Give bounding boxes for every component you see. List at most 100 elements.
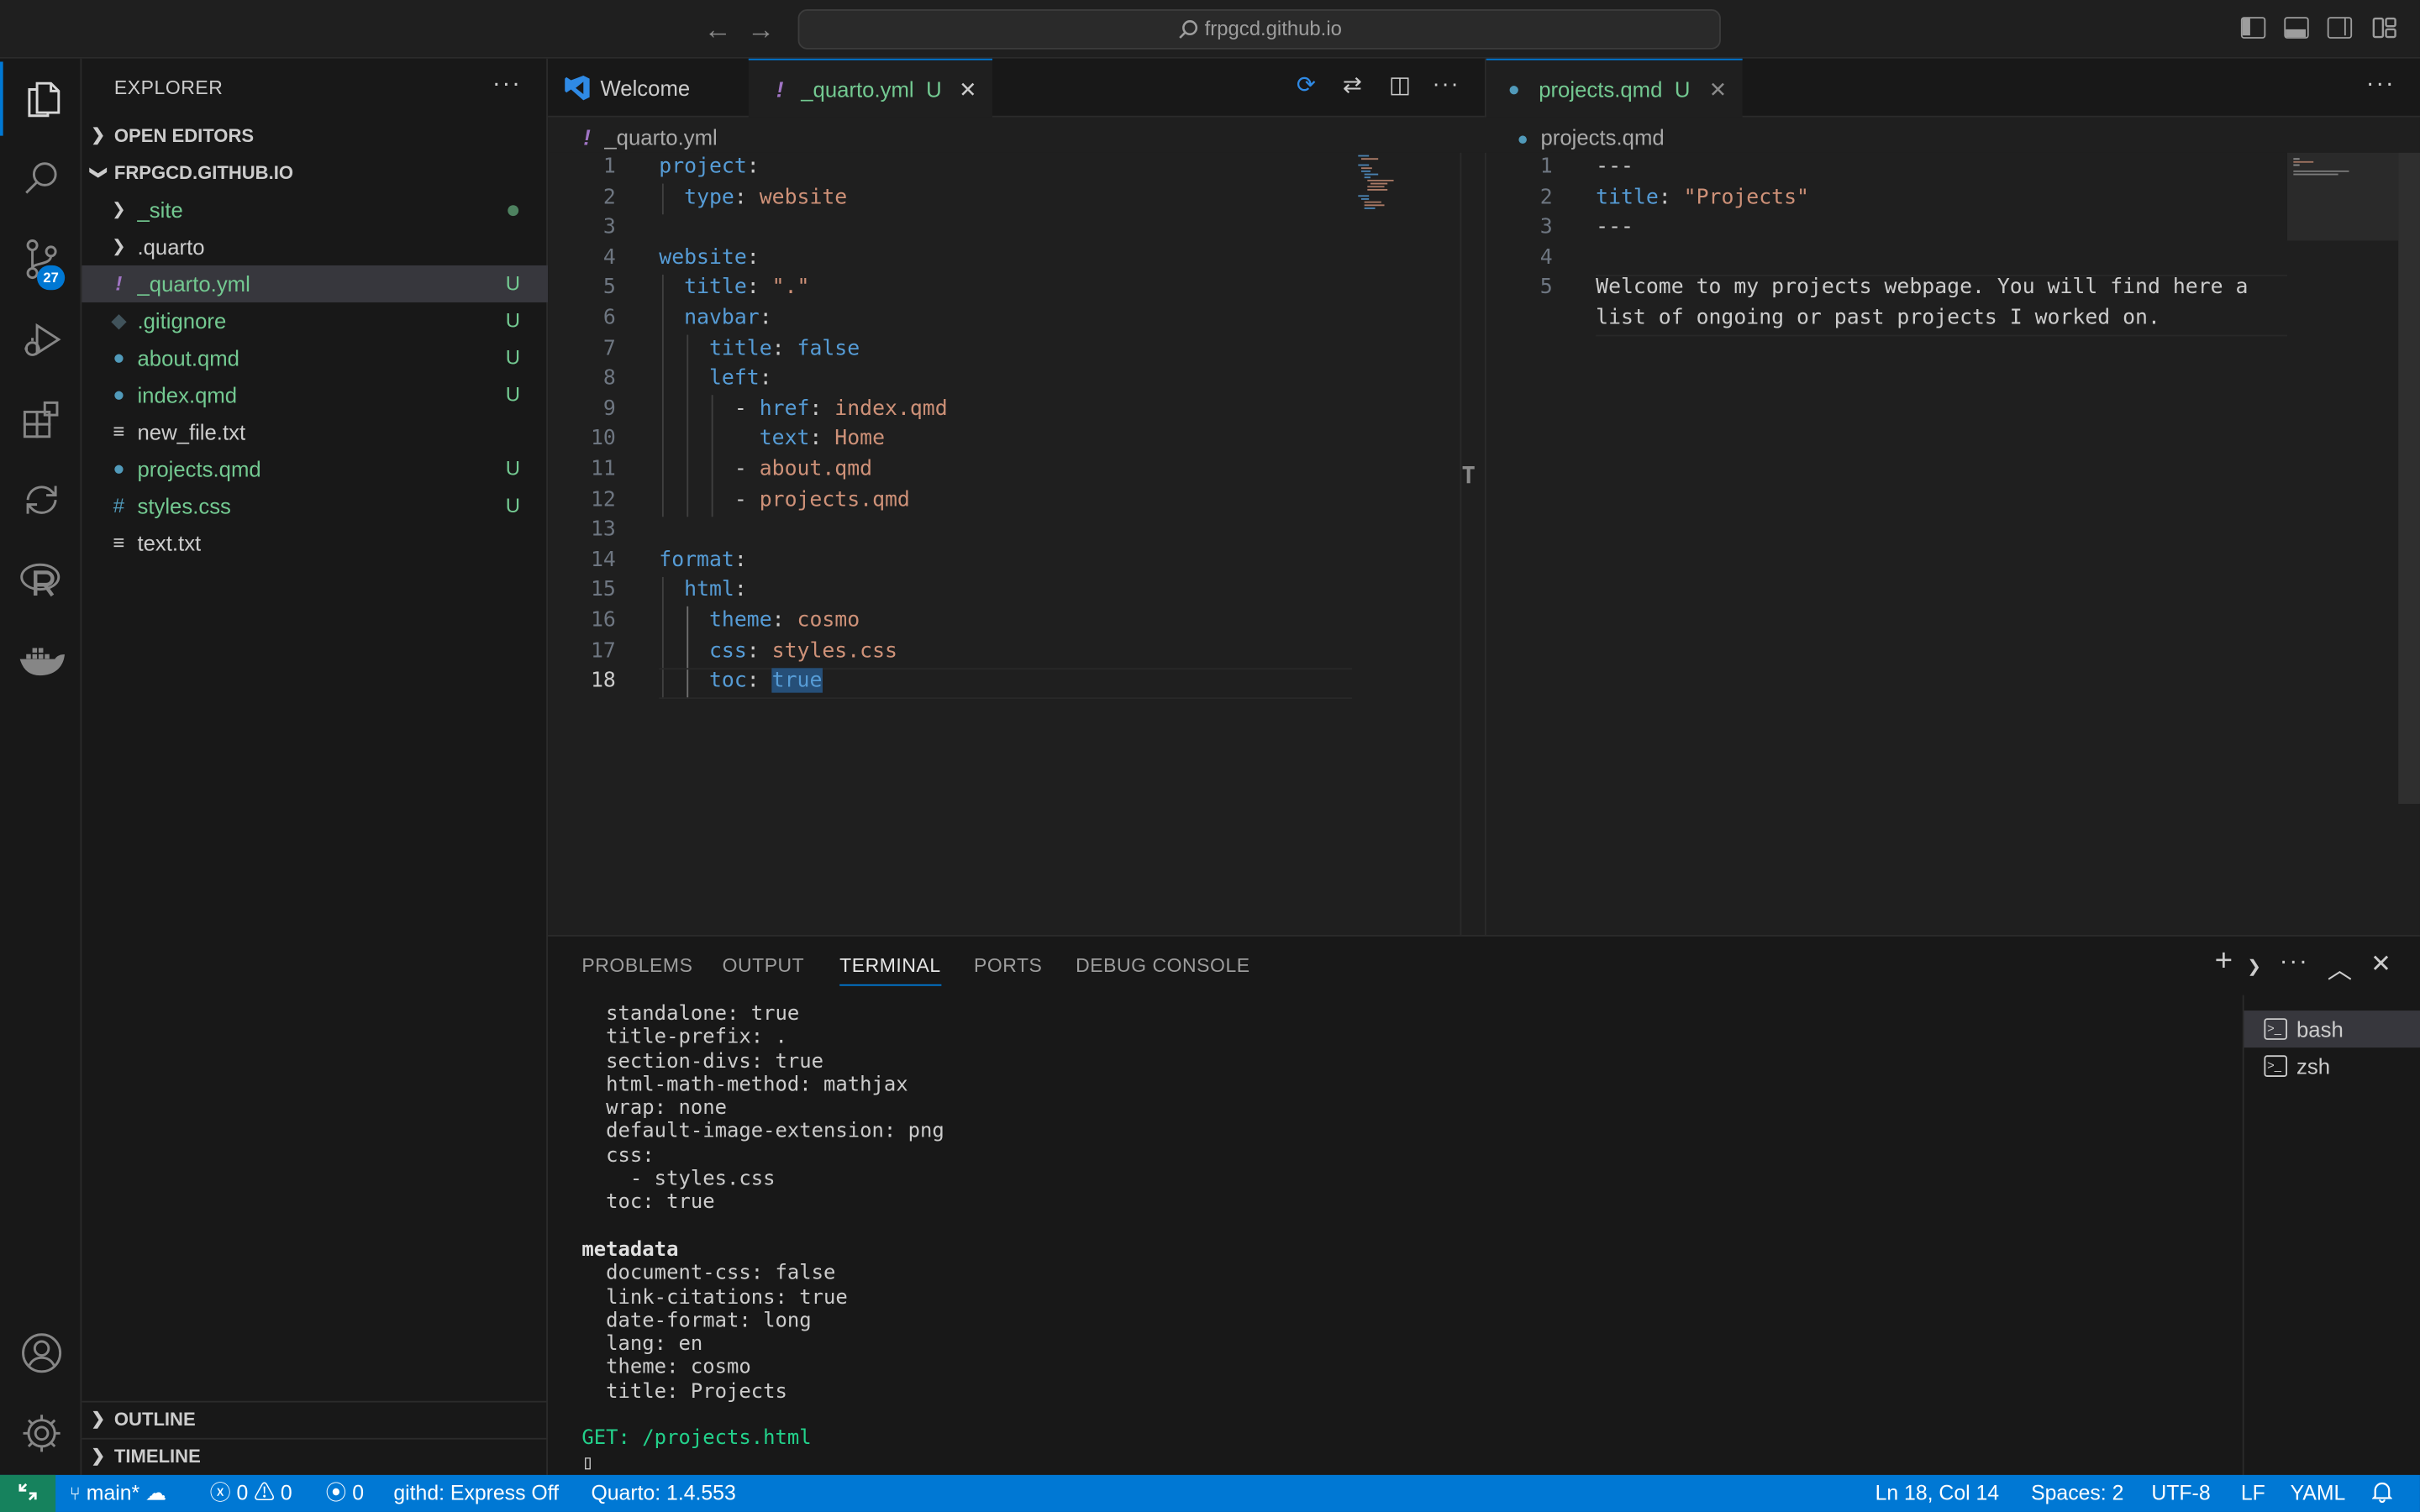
terminal-item-bash[interactable]: >_ bash bbox=[2244, 1011, 2420, 1048]
terminal-item-zsh[interactable]: >_ zsh bbox=[2244, 1047, 2420, 1084]
explorer-activity[interactable] bbox=[0, 61, 82, 136]
open-editors-section[interactable]: ❯ OPEN EDITORS bbox=[82, 118, 548, 152]
more-actions-icon[interactable]: ··· bbox=[1432, 71, 1460, 97]
scrollbar-track[interactable] bbox=[1460, 152, 1462, 936]
folder-section[interactable]: ❯ FRPGCD.GITHUB.IO bbox=[82, 156, 548, 190]
manage-activity[interactable] bbox=[0, 1396, 82, 1470]
branch-indicator[interactable]: ⑂ main* ☁ bbox=[70, 1475, 166, 1512]
tree-item-text-txt[interactable]: ≡ text.txt bbox=[82, 524, 548, 561]
yaml-editor[interactable]: 1 2 3 4 5 6 7 8 9 10 11 12 13 14 15 16 17 18 project: typ… bbox=[548, 152, 1485, 936]
customize-layout-icon[interactable] bbox=[2372, 17, 2396, 39]
command-center-search[interactable]: frpgcd.github.io bbox=[797, 9, 1721, 50]
toggle-secondary-sidebar-icon[interactable] bbox=[2327, 17, 2353, 39]
code-line: title: "." bbox=[684, 275, 810, 301]
tree-item-about-qmd[interactable]: ● about.qmd U bbox=[82, 339, 548, 376]
end-of-line[interactable]: LF bbox=[2241, 1475, 2265, 1512]
more-actions-icon[interactable]: ··· bbox=[2280, 949, 2309, 977]
tree-item-site-folder[interactable]: ❯ _site bbox=[82, 192, 548, 228]
problems-indicator[interactable]: ⓧ 0 ⚠ 0 bbox=[210, 1475, 292, 1512]
tree-item-index-qmd[interactable]: ● index.qmd U bbox=[82, 376, 548, 413]
qmd-editor[interactable]: 1 2 3 4 5 --- title: "Projects" --- Welcome … bbox=[1484, 152, 2420, 936]
docker-activity[interactable] bbox=[0, 623, 82, 697]
minimap[interactable] bbox=[1356, 153, 1418, 214]
tab-terminal[interactable]: TERMINAL bbox=[839, 955, 941, 986]
cursor-position[interactable]: Ln 18, Col 14 bbox=[1876, 1475, 2000, 1512]
indentation[interactable]: Spaces: 2 bbox=[2031, 1475, 2123, 1512]
split-editor-icon[interactable]: ◫ bbox=[1389, 71, 1411, 98]
code-line: --- bbox=[1596, 214, 1634, 240]
tree-item-quarto-yml[interactable]: ! _quarto.yml U bbox=[82, 265, 549, 302]
chevron-down-icon[interactable]: ❯ bbox=[2247, 957, 2261, 977]
git-status-badge: U bbox=[1674, 76, 1691, 102]
bottom-panel: PROBLEMS OUTPUT TERMINAL PORTS DEBUG CON… bbox=[548, 935, 2420, 1477]
breadcrumb[interactable]: ● projects.qmd bbox=[1517, 120, 1664, 154]
outline-section[interactable]: ❯ OUTLINE bbox=[82, 1403, 548, 1436]
files-icon bbox=[27, 81, 60, 118]
scrollbar-thumb[interactable] bbox=[2398, 152, 2420, 804]
folder-label: FRPGCD.GITHUB.IO bbox=[113, 161, 293, 184]
close-icon[interactable]: ✕ bbox=[2370, 949, 2391, 980]
code-line: html: bbox=[684, 577, 747, 603]
chevron-right-icon: ❯ bbox=[111, 237, 126, 256]
tab-ports[interactable]: PORTS bbox=[974, 955, 1042, 977]
remote-explorer-activity[interactable] bbox=[0, 463, 82, 537]
r-activity[interactable] bbox=[0, 543, 82, 617]
minimap[interactable] bbox=[2291, 156, 2353, 187]
terminal-line: lang: en bbox=[581, 1333, 703, 1357]
toggle-panel-icon[interactable] bbox=[2284, 17, 2309, 39]
tab-debug-console[interactable]: DEBUG CONSOLE bbox=[1076, 955, 1249, 977]
more-actions-icon[interactable]: ··· bbox=[2366, 71, 2396, 98]
close-icon[interactable]: ✕ bbox=[1709, 60, 1728, 119]
git-status-badge: U bbox=[505, 308, 520, 332]
run-debug-icon bbox=[24, 323, 60, 356]
terminal-output[interactable]: standalone: true title-prefix: . section… bbox=[581, 1003, 2233, 1475]
forward-arrow-icon[interactable]: → bbox=[745, 14, 776, 45]
tab-welcome[interactable]: Welcome bbox=[548, 59, 749, 118]
back-arrow-icon[interactable]: ← bbox=[702, 14, 734, 45]
tree-item-projects-qmd[interactable]: ● projects.qmd U bbox=[82, 450, 548, 487]
terminal-line: standalone: true bbox=[581, 1002, 800, 1026]
language-mode[interactable]: YAML bbox=[2291, 1475, 2346, 1512]
close-icon[interactable]: ✕ bbox=[959, 60, 977, 119]
ports-indicator[interactable]: ⦿ 0 bbox=[326, 1475, 365, 1512]
tree-item-quarto-folder[interactable]: ❯ .quarto bbox=[82, 228, 548, 265]
new-terminal-icon[interactable]: + bbox=[2215, 944, 2233, 979]
tree-item-styles-css[interactable]: # styles.css U bbox=[82, 487, 548, 524]
docker-icon bbox=[18, 648, 65, 676]
toggle-primary-sidebar-icon[interactable] bbox=[2240, 17, 2266, 39]
line-number: 11 bbox=[590, 456, 616, 482]
tree-item-new-file-txt[interactable]: ≡ new_file.txt bbox=[82, 413, 548, 450]
code-line: - about.qmd bbox=[659, 456, 873, 482]
line-number: 14 bbox=[590, 547, 616, 573]
sync-icon bbox=[25, 486, 56, 514]
tree-item-label: _quarto.yml bbox=[137, 271, 250, 297]
quarto-file-icon: ● bbox=[113, 345, 125, 369]
source-control-activity[interactable]: 27 bbox=[0, 222, 82, 296]
chevron-right-icon: ❯ bbox=[91, 1410, 106, 1429]
githd-indicator[interactable]: githd: Express Off bbox=[393, 1475, 559, 1512]
tree-item-gitignore[interactable]: ◆ .gitignore U bbox=[82, 302, 548, 339]
accounts-activity[interactable] bbox=[0, 1316, 82, 1390]
tab-quarto-yml[interactable]: ! _quarto.yml U ✕ bbox=[748, 58, 992, 119]
extensions-activity[interactable] bbox=[0, 383, 82, 457]
terminal-line: title-prefix: . bbox=[581, 1026, 787, 1050]
code-line: format: bbox=[659, 547, 747, 573]
quarto-file-icon: ● bbox=[113, 456, 125, 480]
quarto-version[interactable]: Quarto: 1.4.553 bbox=[591, 1475, 735, 1512]
more-actions-icon[interactable]: ··· bbox=[492, 71, 522, 98]
tab-problems[interactable]: PROBLEMS bbox=[581, 955, 692, 977]
encoding[interactable]: UTF-8 bbox=[2151, 1475, 2210, 1512]
tab-projects-qmd[interactable]: ● projects.qmd U ✕ bbox=[1486, 58, 1743, 119]
code-line: navbar: bbox=[684, 305, 772, 331]
tab-output[interactable]: OUTPUT bbox=[723, 955, 805, 977]
timeline-section[interactable]: ❯ TIMELINE bbox=[82, 1440, 548, 1473]
bell-icon[interactable] bbox=[2371, 1475, 2393, 1512]
sync-preview-icon[interactable]: ⟳ bbox=[1297, 71, 1316, 98]
maximize-panel-icon[interactable]: ︿ bbox=[2328, 949, 2352, 986]
open-changes-icon[interactable]: ⇄ bbox=[1343, 71, 1362, 98]
breadcrumb[interactable]: ! _quarto.yml bbox=[583, 120, 717, 154]
remote-indicator[interactable] bbox=[0, 1474, 56, 1512]
run-debug-activity[interactable] bbox=[0, 302, 82, 376]
search-activity[interactable] bbox=[0, 142, 82, 216]
